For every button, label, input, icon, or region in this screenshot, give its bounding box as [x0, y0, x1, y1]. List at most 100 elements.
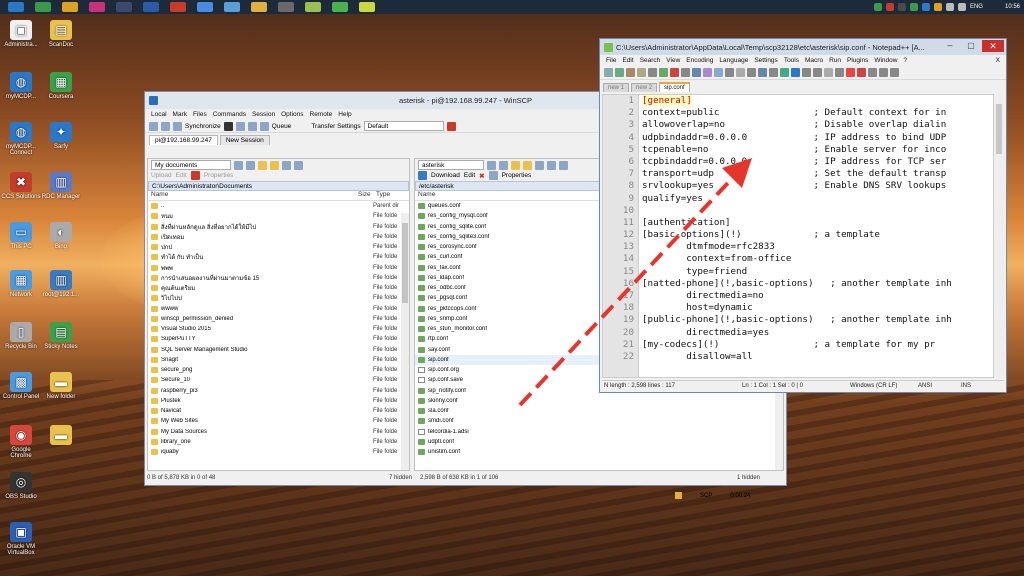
file-row[interactable]: My Data Sources File folde	[148, 427, 409, 437]
taskbar-app[interactable]	[89, 2, 105, 12]
toolbar-icon[interactable]	[692, 68, 701, 77]
local-location-dropdown[interactable]: My documents	[151, 160, 231, 170]
menu-item[interactable]: Options	[281, 111, 303, 118]
toolbar-icon[interactable]	[769, 68, 778, 77]
file-row[interactable]: SuperPuTTY File folde	[148, 334, 409, 344]
toolbar-icon[interactable]	[857, 68, 866, 77]
desktop-icon[interactable]: ▥ RDC Manager	[40, 172, 82, 200]
toolbar-icon[interactable]	[868, 68, 877, 77]
file-row[interactable]: telcordia-1.adsi	[415, 427, 783, 437]
file-row[interactable]: winscp_permission_denied File folde	[148, 314, 409, 324]
tab-document[interactable]: new 1	[603, 83, 630, 92]
file-row[interactable]: .. Parent dir	[148, 201, 409, 211]
desktop-icon[interactable]: ▤ Sticky Notes	[40, 322, 82, 350]
menu-item[interactable]: Plugins	[847, 57, 868, 64]
desktop-icon[interactable]: ◍ myMCDP... Connect	[0, 122, 42, 156]
taskbar-app[interactable]	[170, 2, 186, 12]
toolbar-icon[interactable]	[681, 68, 690, 77]
code-line[interactable]: [my-codecs](!) ; a template for my pr	[642, 339, 993, 351]
file-row[interactable]: ปกป File folde	[148, 242, 409, 252]
desktop-icon[interactable]: ▬	[40, 425, 82, 447]
console-icon[interactable]	[223, 121, 233, 131]
parent-folder-icon[interactable]	[270, 160, 279, 170]
code-line[interactable]: [general]	[642, 95, 993, 107]
minimize-button[interactable]: –	[940, 40, 960, 52]
toolbar-icon[interactable]	[725, 68, 734, 77]
edit-button[interactable]: Edit	[176, 172, 187, 179]
properties-button[interactable]: Properties	[204, 172, 234, 179]
menu-item[interactable]: Search	[640, 57, 661, 64]
folder-icon[interactable]	[511, 160, 520, 170]
desktop-icon[interactable]: ▦ Coursera	[40, 72, 82, 100]
code-line[interactable]: [authentication]	[642, 217, 993, 229]
desktop-icon[interactable]: ▣ Administra...	[0, 20, 42, 48]
file-row[interactable]: Plustek File folde	[148, 396, 409, 406]
desktop-icon[interactable]: ◐ Bing	[40, 222, 82, 250]
file-row[interactable]: หนม File folde	[148, 211, 409, 221]
toolbar-icon[interactable]	[758, 68, 767, 77]
terminal-icon[interactable]	[235, 121, 245, 131]
tray-icon[interactable]	[885, 3, 894, 11]
menu-item[interactable]: Local	[151, 111, 167, 118]
menu-item[interactable]: Help	[338, 111, 351, 118]
file-row[interactable]: raspberry_pi3 File folde	[148, 386, 409, 396]
start-button[interactable]	[8, 2, 24, 12]
desktop-icon[interactable]: ▥ root@192.1...	[40, 270, 82, 298]
desktop-icon[interactable]: ▯ Recycle Bin	[0, 322, 42, 350]
toolbar-icon[interactable]	[659, 68, 668, 77]
taskbar-app[interactable]	[278, 2, 294, 12]
taskbar-app[interactable]	[305, 2, 321, 12]
tab-document[interactable]: new 2	[631, 83, 658, 92]
toolbar-icon[interactable]	[714, 68, 723, 77]
close-button[interactable]: ✕	[982, 40, 1004, 52]
toolbar-icon[interactable]	[890, 68, 899, 77]
desktop-icon[interactable]: ▬ New folder	[40, 372, 82, 400]
refresh-icon[interactable]	[294, 160, 303, 170]
maximize-button[interactable]: ▢	[961, 40, 981, 52]
taskbar-app[interactable]	[62, 2, 78, 12]
code-line[interactable]: context=from-office	[642, 253, 993, 265]
volume-icon[interactable]	[957, 3, 966, 11]
forward-icon[interactable]	[246, 160, 255, 170]
menu-item[interactable]: Encoding	[686, 57, 713, 64]
toolbar-icon[interactable]	[703, 68, 712, 77]
desktop-icon[interactable]: ◎ OBS Studio	[0, 472, 42, 500]
back-icon[interactable]	[234, 160, 243, 170]
tray-icon[interactable]	[873, 3, 882, 11]
editor-scrollbar[interactable]	[994, 94, 1004, 378]
tab-session[interactable]: pi@192.168.99.247	[149, 135, 218, 145]
toolbar-icon[interactable]	[813, 68, 822, 77]
delete-icon[interactable]	[190, 171, 200, 180]
desktop-icon[interactable]: ▭ This PC	[0, 222, 42, 250]
parent-folder-icon[interactable]	[523, 160, 532, 170]
code-line[interactable]: tcpenable=no ; Enable server for inco	[642, 144, 993, 156]
menu-item[interactable]: Remote	[310, 111, 333, 118]
rename-icon[interactable]	[488, 171, 498, 180]
code-line[interactable]: directmedia=no	[642, 290, 993, 302]
file-row[interactable]: library_one File folde	[148, 437, 409, 447]
gear-icon[interactable]	[247, 121, 257, 131]
code-line[interactable]: transport=udp ; Set the default transp	[642, 168, 993, 180]
code-line[interactable]: [basic-options](!) ; a template	[642, 229, 993, 241]
edit-button[interactable]: Edit	[464, 172, 475, 179]
file-row[interactable]: พพพ File folde	[148, 263, 409, 273]
desktop-icon[interactable]: ✖ CCS Solutions	[0, 172, 42, 200]
code-line[interactable]: type=friend	[642, 266, 993, 278]
code-line[interactable]: disallow=all	[642, 351, 993, 363]
file-row[interactable]: wwww File folde	[148, 304, 409, 314]
menu-item[interactable]: Commands	[213, 111, 246, 118]
file-row[interactable]: วิไปไปป File folde	[148, 293, 409, 303]
taskbar-app[interactable]	[332, 2, 348, 12]
toolbar-icon[interactable]	[835, 68, 844, 77]
taskbar-app[interactable]	[251, 2, 267, 12]
sync-icon[interactable]	[173, 121, 182, 131]
taskbar-app[interactable]	[359, 2, 375, 12]
menu-item[interactable]: Settings	[754, 57, 778, 64]
tray-icon[interactable]	[909, 3, 918, 11]
menu-item[interactable]: Edit	[622, 57, 633, 64]
language-indicator[interactable]: ENG	[970, 4, 983, 10]
taskbar-app[interactable]	[143, 2, 159, 12]
tray-icon[interactable]	[921, 3, 930, 11]
menu-item[interactable]: Session	[252, 111, 275, 118]
folder-icon[interactable]	[258, 160, 267, 170]
